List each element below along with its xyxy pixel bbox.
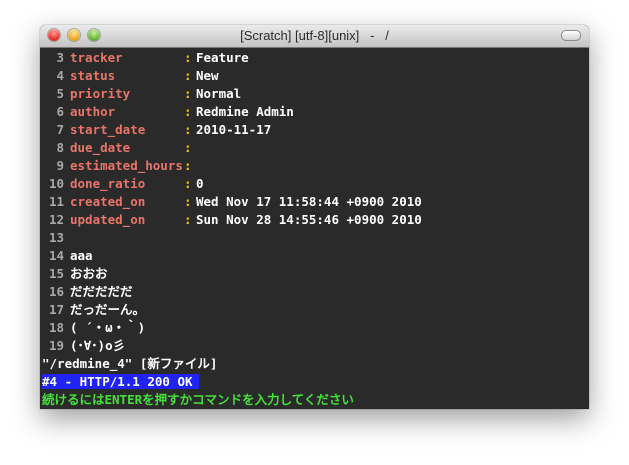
field-separator: :: [184, 176, 192, 191]
line-number: 6: [56, 104, 64, 119]
editor-line: 10 done_ratio:0: [40, 175, 589, 193]
line-number: 4: [56, 68, 64, 83]
field-key: done_ratio: [70, 176, 146, 191]
line-number: 3: [56, 50, 64, 65]
line-number: 11: [48, 194, 64, 209]
field-separator: :: [184, 86, 192, 101]
line-number: 13: [48, 230, 64, 245]
field-key: created_on: [70, 194, 146, 209]
line-number: 18: [48, 320, 64, 335]
body-text: ( ´・ω・｀): [70, 320, 146, 335]
toolbar-toggle-button[interactable]: [561, 30, 581, 41]
line-number: 7: [56, 122, 64, 137]
http-status-message: #4 - HTTP/1.1 200 OK: [42, 374, 199, 389]
editor-line: 14 aaa: [40, 247, 589, 265]
line-number: 14: [48, 248, 64, 263]
body-text: (･∀･)o彡: [70, 338, 126, 353]
issue-body: 13 14 aaa 15 おおお 16 だだだだだ 17 だっだーん。 18 ( ´・ω・｀) 19 (…: [40, 229, 589, 355]
field-separator: :: [184, 68, 192, 83]
line-number: 15: [48, 266, 64, 281]
editor-line: 4 status: New: [40, 67, 589, 85]
title-bar[interactable]: [Scratch] [utf-8][unix] - /: [40, 25, 589, 48]
editor-line: 19 (･∀･)o彡: [40, 337, 589, 355]
http-message-line: #4 - HTTP/1.1 200 OK: [40, 373, 589, 391]
field-key: due_date: [70, 140, 131, 155]
field-separator: :: [184, 104, 192, 119]
body-text: おおお: [70, 266, 108, 281]
window-title: [Scratch] [utf-8][unix] - /: [240, 28, 389, 43]
editor-line: 3 tracker: Feature: [40, 49, 589, 67]
editor-line: 15 おおお: [40, 265, 589, 283]
line-number: 19: [48, 338, 64, 353]
editor-line: 18 ( ´・ω・｀): [40, 319, 589, 337]
field-key: updated_on: [70, 212, 146, 227]
body-text: だっだーん。: [70, 302, 146, 317]
line-number: 12: [48, 212, 64, 227]
editor-screen[interactable]: 3 tracker: Feature 4 status: New 5 priority: Nor…: [40, 48, 589, 409]
field-separator: :: [184, 140, 192, 155]
editor-line: 8 due_date:: [40, 139, 589, 157]
field-value: Wed Nov 17 11:58:44 +0900 2010: [196, 194, 422, 209]
field-value: Sun Nov 28 14:55:46 +0900 2010: [196, 212, 422, 227]
field-value: Redmine Admin: [196, 104, 294, 119]
line-number: 16: [48, 284, 64, 299]
editor-line: 12 updated_on: Sun Nov 28 14:55:46 +0900 2…: [40, 211, 589, 229]
field-separator: :: [184, 158, 192, 173]
line-number: 8: [56, 140, 64, 155]
issue-fields: 3 tracker: Feature 4 status: New 5 priority: Nor…: [40, 49, 589, 229]
line-number: 5: [56, 86, 64, 101]
line-number: 9: [56, 158, 64, 173]
editor-line: 17 だっだーん。: [40, 301, 589, 319]
field-separator: :: [184, 194, 192, 209]
field-separator: :: [184, 122, 192, 137]
field-key: tracker: [70, 50, 123, 65]
field-value: New: [196, 68, 219, 83]
body-text: aaa: [70, 248, 93, 263]
field-key: author: [70, 104, 116, 119]
field-key: start_date: [70, 122, 146, 137]
field-value: 0: [196, 176, 204, 191]
editor-line: 6 author: Redmine Admin: [40, 103, 589, 121]
file-status-line: "/redmine_4" [新ファイル]: [42, 356, 218, 371]
field-separator: :: [184, 50, 192, 65]
field-value: Feature: [196, 50, 249, 65]
field-separator: :: [184, 212, 192, 227]
editor-line: 5 priority: Normal: [40, 85, 589, 103]
field-key: status: [70, 68, 116, 83]
terminal-window: [Scratch] [utf-8][unix] - / 3 tracker: Fea…: [40, 25, 589, 409]
line-number: 10: [48, 176, 64, 191]
editor-line: 13: [40, 229, 589, 247]
line-number: 17: [48, 302, 64, 317]
body-text: だだだだだ: [70, 284, 133, 299]
field-key: priority: [70, 86, 131, 101]
editor-line: 7 start_date:2010-11-17: [40, 121, 589, 139]
editor-line: 9 estimated_hours:: [40, 157, 589, 175]
editor-line: 16 だだだだだ: [40, 283, 589, 301]
field-value: Normal: [196, 86, 242, 101]
editor-line: 11 created_on: Wed Nov 17 11:58:44 +0900 2…: [40, 193, 589, 211]
field-key: estimated_hours: [70, 158, 183, 173]
field-value: 2010-11-17: [196, 122, 272, 137]
enter-prompt-message: 続けるにはENTERを押すかコマンドを入力してください: [42, 392, 354, 407]
